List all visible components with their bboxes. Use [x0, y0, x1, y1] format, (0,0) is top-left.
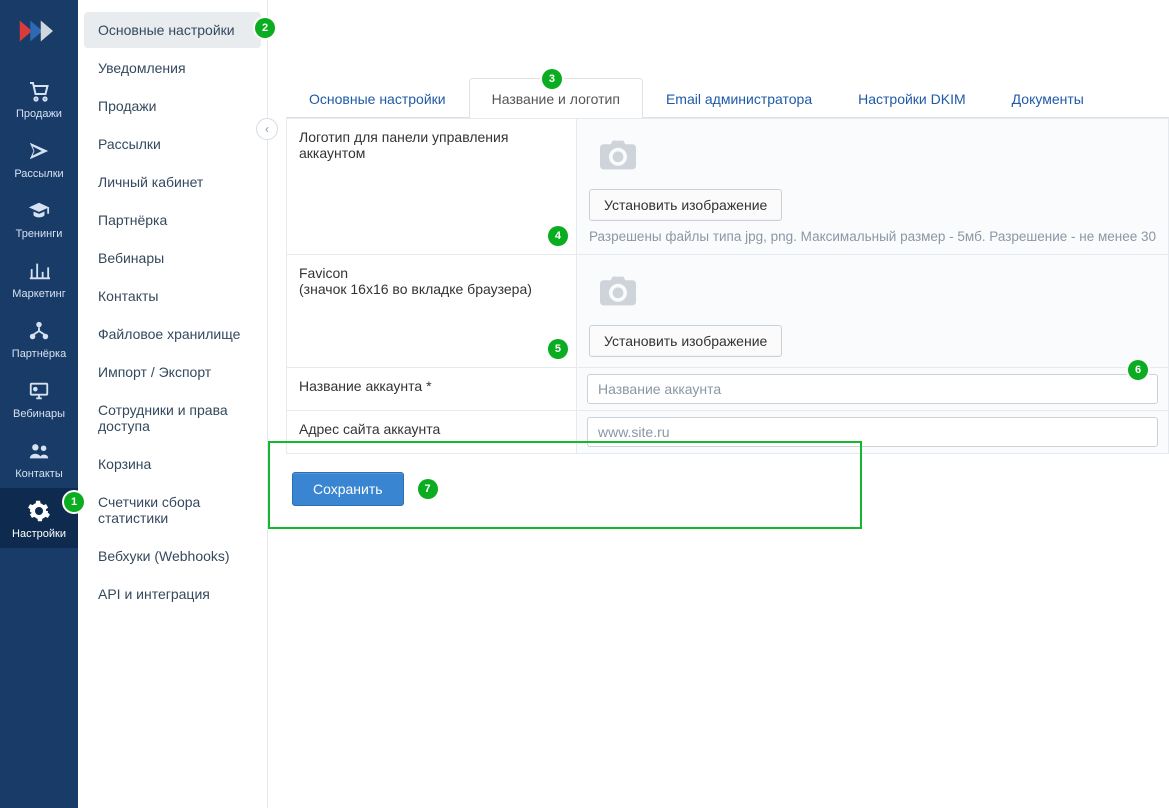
- tab-label: Название и логотип: [492, 91, 620, 107]
- camera-icon: [596, 137, 640, 173]
- submenu-label: Основные настройки: [98, 22, 235, 38]
- site-url-input[interactable]: [587, 417, 1158, 447]
- submenu-cabinet[interactable]: Личный кабинет: [84, 164, 261, 200]
- nav-label: Маркетинг: [0, 288, 78, 300]
- account-name-input[interactable]: [587, 374, 1158, 404]
- row-favicon-label: Favicon (значок 16x16 во вкладке браузер…: [287, 255, 577, 368]
- submenu-staff[interactable]: Сотрудники и права доступа: [84, 392, 261, 444]
- row-site-url-label: Адрес сайта аккаунта: [287, 411, 577, 454]
- nav-mailings[interactable]: Рассылки: [0, 128, 78, 188]
- submenu-webhooks[interactable]: Вебхуки (Webhooks): [84, 538, 261, 574]
- submenu-analytics-counters[interactable]: Счетчики сбора статистики: [84, 484, 261, 536]
- users-icon: [0, 438, 78, 464]
- nav-label: Контакты: [0, 468, 78, 480]
- tab-documents[interactable]: Документы: [989, 78, 1107, 118]
- nav-sidebar: Продажи Рассылки Тренинги Маркетинг Парт…: [0, 0, 78, 808]
- set-favicon-button[interactable]: Установить изображение: [589, 325, 782, 357]
- submenu-files[interactable]: Файловое хранилище: [84, 316, 261, 352]
- nav-trainings[interactable]: Тренинги: [0, 188, 78, 248]
- tour-badge-3: 3: [542, 69, 562, 89]
- nav-webinars[interactable]: Вебинары: [0, 368, 78, 428]
- submenu-webinars[interactable]: Вебинары: [84, 240, 261, 276]
- tour-badge-5: 5: [548, 339, 568, 359]
- settings-submenu: Основные настройки 2 Уведомления Продажи…: [78, 0, 268, 808]
- row-favicon-control: Установить изображение: [576, 255, 1168, 368]
- nav-sales[interactable]: Продажи: [0, 68, 78, 128]
- nav-label: Партнёрка: [0, 348, 78, 360]
- tour-badge-1: 1: [64, 492, 84, 512]
- app-logo: [18, 16, 60, 50]
- main-content: Основные настройки Название и логотип 3 …: [268, 0, 1169, 808]
- submenu-mailings[interactable]: Рассылки: [84, 126, 261, 162]
- row-logo-label: Логотип для панели управления аккаунтом …: [287, 119, 577, 255]
- tour-badge-2: 2: [255, 18, 275, 38]
- nav-settings[interactable]: Настройки 1: [0, 488, 78, 548]
- submenu-contacts[interactable]: Контакты: [84, 278, 261, 314]
- tab-bar: Основные настройки Название и логотип 3 …: [286, 78, 1169, 118]
- hierarchy-icon: [0, 318, 78, 344]
- submenu-import-export[interactable]: Импорт / Экспорт: [84, 354, 261, 390]
- nav-label: Тренинги: [0, 228, 78, 240]
- row-logo-control: Установить изображение Разрешены файлы т…: [576, 119, 1168, 255]
- submenu-notifications[interactable]: Уведомления: [84, 50, 261, 86]
- tour-badge-6: 6: [1128, 360, 1148, 380]
- tab-name-logo[interactable]: Название и логотип 3: [469, 78, 643, 118]
- nav-contacts[interactable]: Контакты: [0, 428, 78, 488]
- set-logo-button[interactable]: Установить изображение: [589, 189, 782, 221]
- settings-form: Логотип для панели управления аккаунтом …: [286, 118, 1169, 454]
- submenu-sales[interactable]: Продажи: [84, 88, 261, 124]
- submenu-api[interactable]: API и интеграция: [84, 576, 261, 612]
- nav-label: Настройки: [0, 528, 78, 540]
- nav-label: Вебинары: [0, 408, 78, 420]
- row-site-url-control: [576, 411, 1168, 454]
- tab-admin-email[interactable]: Email администратора: [643, 78, 835, 118]
- cart-icon: [0, 78, 78, 104]
- nav-label: Продажи: [0, 108, 78, 120]
- row-account-name-control: 6: [576, 368, 1168, 411]
- logo-preview: [593, 135, 643, 175]
- submenu-partner[interactable]: Партнёрка: [84, 202, 261, 238]
- tab-general[interactable]: Основные настройки: [286, 78, 469, 118]
- graduation-cap-icon: [0, 198, 78, 224]
- nav-partner[interactable]: Партнёрка: [0, 308, 78, 368]
- tour-badge-7: 7: [418, 479, 438, 499]
- row-account-name-label: Название аккаунта *: [287, 368, 577, 411]
- paper-plane-icon: [0, 138, 78, 164]
- save-button[interactable]: Сохранить: [292, 472, 404, 506]
- submenu-general[interactable]: Основные настройки 2: [84, 12, 261, 48]
- logo-hint: Разрешены файлы типа jpg, png. Максималь…: [589, 229, 1156, 244]
- tab-dkim[interactable]: Настройки DKIM: [835, 78, 989, 118]
- nav-label: Рассылки: [0, 168, 78, 180]
- chart-icon: [0, 258, 78, 284]
- presentation-icon: [0, 378, 78, 404]
- tour-badge-4: 4: [548, 226, 568, 246]
- camera-icon: [596, 273, 640, 309]
- favicon-preview: [593, 271, 643, 311]
- nav-marketing[interactable]: Маркетинг: [0, 248, 78, 308]
- submenu-trash[interactable]: Корзина: [84, 446, 261, 482]
